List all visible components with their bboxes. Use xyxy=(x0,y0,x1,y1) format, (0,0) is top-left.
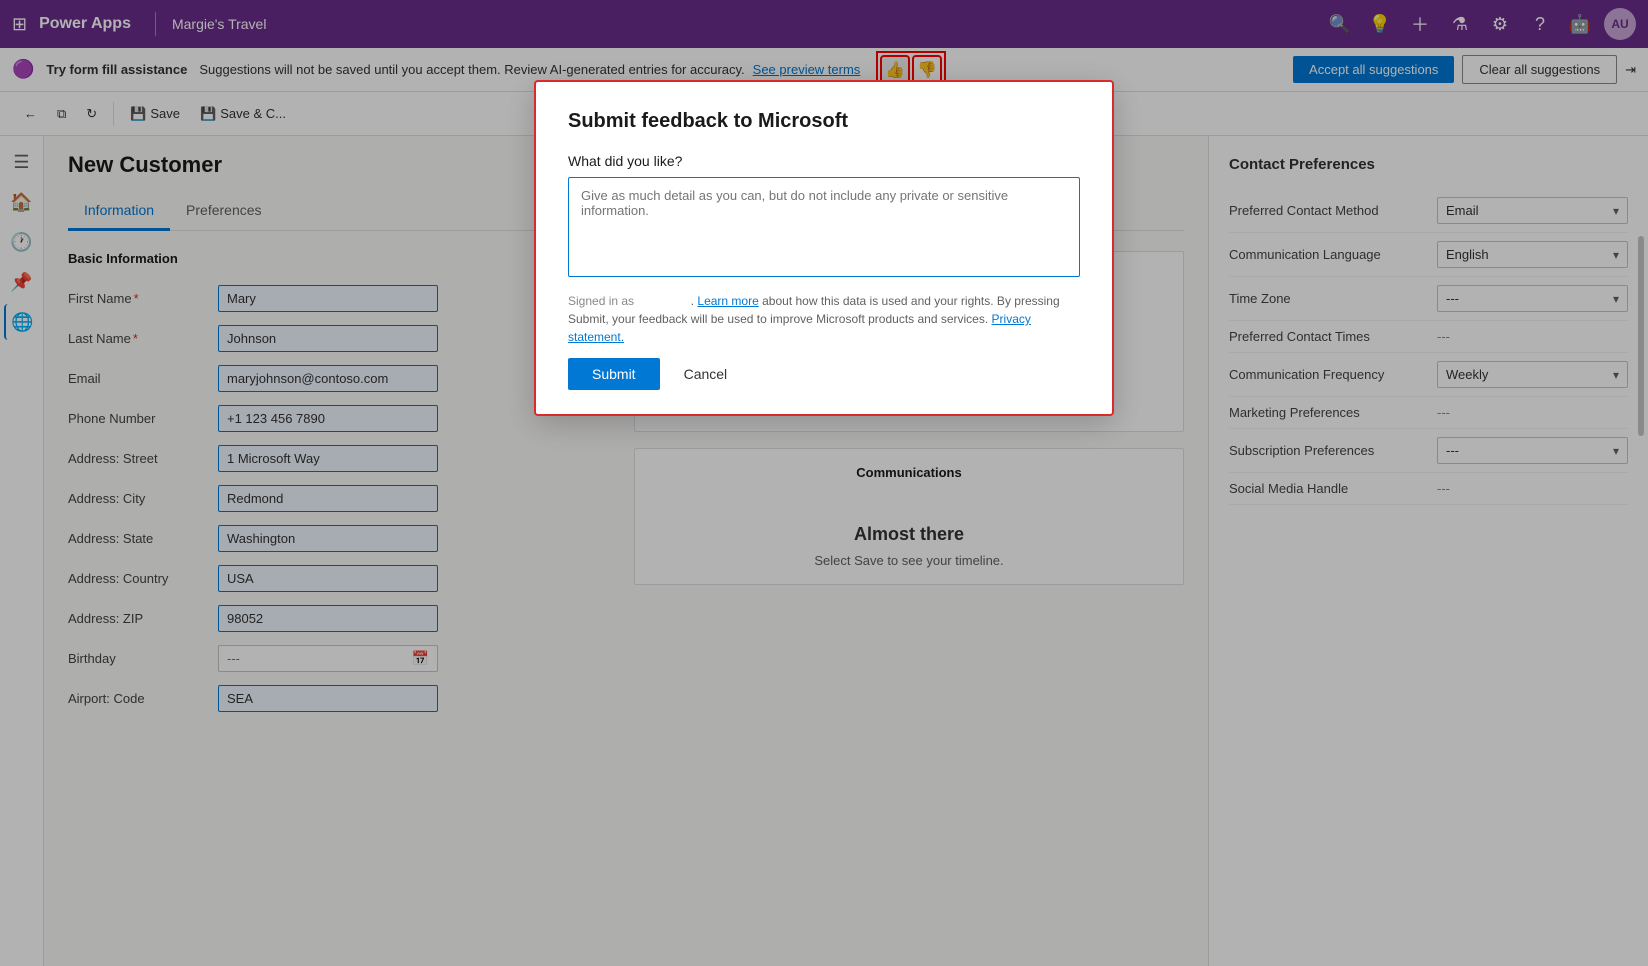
modal-buttons: Submit Cancel xyxy=(568,358,1080,390)
cancel-button[interactable]: Cancel xyxy=(668,358,744,390)
signed-in-label: Signed in as xyxy=(568,294,634,308)
modal-title: Submit feedback to Microsoft xyxy=(568,110,1080,133)
modal-overlay: Submit feedback to Microsoft What did yo… xyxy=(0,0,1648,966)
submit-button[interactable]: Submit xyxy=(568,358,660,390)
feedback-modal: Submit feedback to Microsoft What did yo… xyxy=(534,80,1114,416)
modal-question: What did you like? xyxy=(568,153,1080,169)
learn-more-description: about how this data is used and your rig… xyxy=(568,294,1060,326)
learn-more-link[interactable]: Learn more xyxy=(697,294,758,308)
feedback-textarea[interactable] xyxy=(568,177,1080,277)
modal-footer-text: Signed in as . Learn more about how this… xyxy=(568,292,1080,346)
